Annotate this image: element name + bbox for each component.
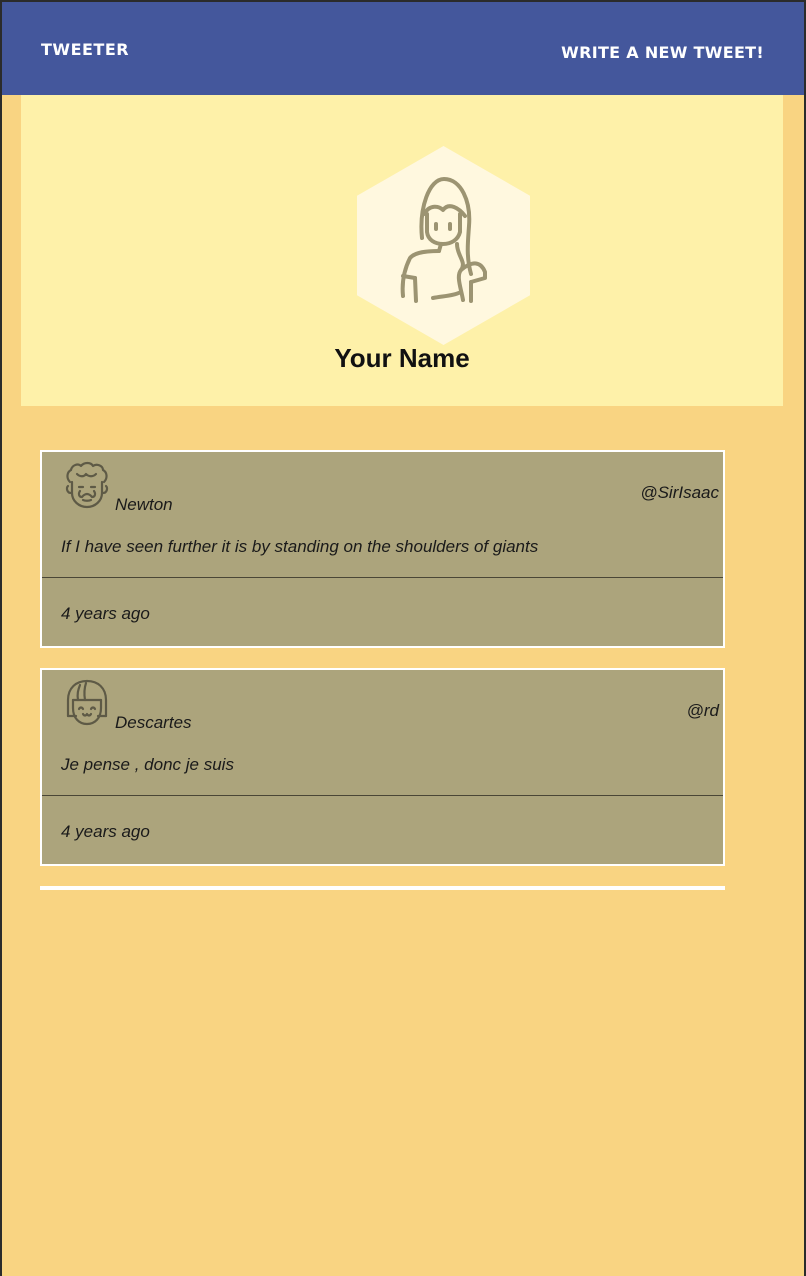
brand-link[interactable]: TWEETER — [41, 40, 129, 59]
write-new-tweet-link[interactable]: WRITE A NEW TWEET! — [561, 43, 764, 62]
tweet-author-handle[interactable]: @rd — [687, 701, 719, 721]
woman-avatar-icon — [357, 146, 530, 345]
curly-hair-man-avatar-icon — [65, 461, 109, 509]
tweet-author-name[interactable]: Newton — [115, 495, 173, 515]
tweet-card: Descartes @rd Je pense , donc je suis 4 … — [40, 668, 725, 866]
profile-name: Your Name — [334, 343, 470, 373]
tweet-divider — [42, 795, 723, 796]
tweet-author-name[interactable]: Descartes — [115, 713, 192, 733]
tweet-timestamp: 4 years ago — [61, 822, 150, 841]
tweet-card: Newton @SirIsaac If I have seen further … — [40, 450, 725, 648]
tweet-list-end-rule — [40, 886, 725, 890]
bob-hair-person-avatar-icon — [66, 679, 108, 726]
page: TWEETER WRITE A NEW TWEET! Your Name New… — [2, 2, 804, 1276]
navbar: TWEETER WRITE A NEW TWEET! — [2, 2, 804, 95]
tweet-divider — [42, 577, 723, 578]
profile-panel: Your Name — [21, 95, 783, 406]
tweet-timestamp: 4 years ago — [61, 604, 150, 623]
tweet-text: If I have seen further it is by standing… — [61, 537, 539, 556]
tweet-author-handle[interactable]: @SirIsaac — [640, 483, 719, 503]
tweet-text: Je pense , donc je suis — [61, 755, 234, 774]
